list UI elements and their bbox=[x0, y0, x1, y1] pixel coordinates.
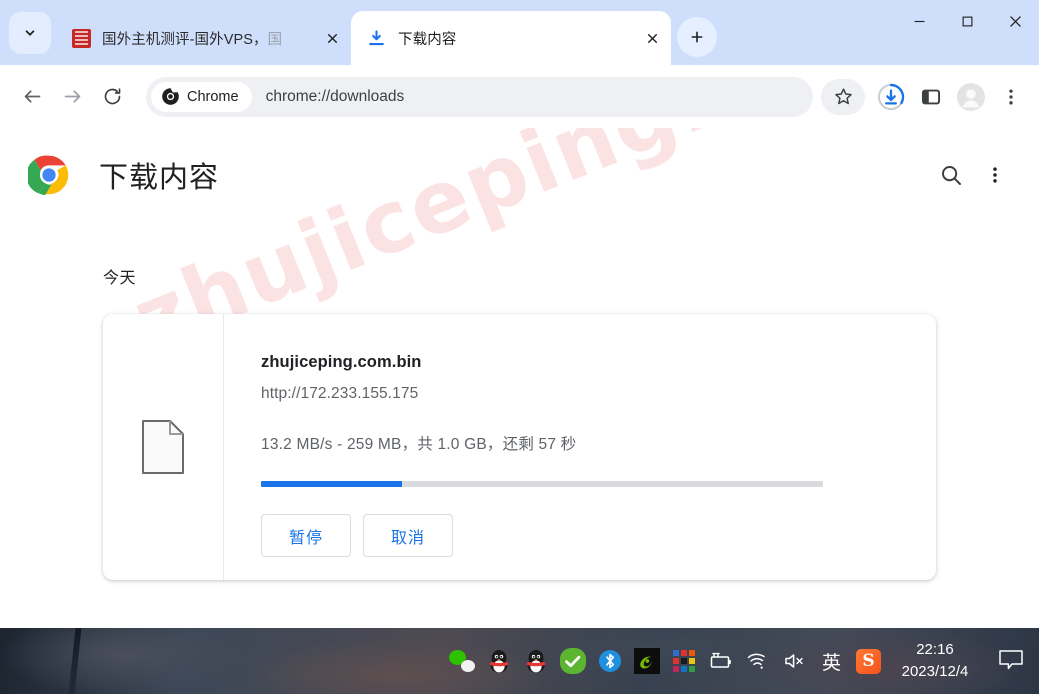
close-window-button[interactable] bbox=[991, 0, 1039, 42]
download-progress-fill bbox=[261, 481, 402, 487]
wechat-glyph-icon bbox=[448, 650, 475, 672]
tab-site[interactable]: 国外主机测评-国外VPS，国 bbox=[56, 11, 351, 65]
downloads-page-actions bbox=[929, 153, 1039, 197]
cancel-download-button[interactable]: 取消 bbox=[363, 514, 453, 557]
search-downloads-button[interactable] bbox=[929, 153, 973, 197]
system-tray: 英 S 22:16 2023/12/4 bbox=[443, 628, 1039, 694]
plus-icon bbox=[691, 31, 703, 43]
forward-button[interactable] bbox=[52, 77, 92, 117]
minimize-button[interactable] bbox=[895, 0, 943, 42]
downloads-more-button[interactable] bbox=[973, 153, 1017, 197]
omnibox-url-text: chrome://downloads bbox=[265, 87, 405, 105]
site-favicon bbox=[72, 28, 91, 48]
maximize-button[interactable] bbox=[943, 0, 991, 42]
bluetooth-icon[interactable] bbox=[591, 628, 628, 694]
three-dot-menu-icon bbox=[993, 167, 997, 183]
profile-button[interactable] bbox=[951, 77, 991, 117]
tab-strip: 国外主机测评-国外VPS，国 下载内容 bbox=[0, 0, 1039, 65]
security-check-icon[interactable] bbox=[554, 628, 591, 694]
qq-icon[interactable] bbox=[480, 628, 517, 694]
forward-arrow-icon bbox=[64, 90, 80, 103]
wechat-icon[interactable] bbox=[443, 628, 480, 694]
download-item-card[interactable]: zhujiceping.com.bin http://172.233.155.1… bbox=[103, 314, 936, 580]
clock-time: 22:16 bbox=[916, 641, 954, 659]
sogou-glyph-icon: S bbox=[856, 648, 881, 674]
browser-toolbar: Chrome chrome://downloads bbox=[0, 65, 1039, 128]
nvidia-glyph-icon bbox=[633, 648, 660, 674]
downloads-button[interactable] bbox=[871, 77, 911, 117]
maximize-icon bbox=[962, 16, 972, 26]
notification-balloon-icon bbox=[999, 650, 1023, 670]
page-title: 下载内容 bbox=[99, 162, 220, 194]
bluetooth-glyph-icon bbox=[598, 650, 621, 672]
download-status-text: 13.2 MB/s - 259 MB，共 1.0 GB，还剩 57 秒 bbox=[261, 436, 577, 453]
battery-icon[interactable] bbox=[702, 628, 739, 694]
download-progress-bar bbox=[261, 481, 823, 487]
tab-close-button[interactable] bbox=[639, 25, 665, 51]
windows-taskbar: 英 S 22:16 2023/12/4 bbox=[0, 628, 1039, 694]
color-grid-glyph-icon bbox=[672, 650, 695, 672]
volume-muted-glyph-icon bbox=[784, 654, 803, 668]
browser-menu-button[interactable] bbox=[991, 77, 1031, 117]
reload-button[interactable] bbox=[92, 77, 132, 117]
tab-title: 下载内容 bbox=[398, 31, 457, 48]
close-icon bbox=[1009, 15, 1021, 27]
close-icon bbox=[327, 33, 337, 43]
download-filename[interactable]: zhujiceping.com.bin bbox=[261, 353, 936, 372]
color-grid-icon[interactable] bbox=[665, 628, 702, 694]
tab-search-button[interactable] bbox=[9, 12, 51, 54]
battery-glyph-icon bbox=[710, 652, 731, 668]
downloads-page: zhujiceping.com 下载内容 今天 zhujiceping.com.… bbox=[0, 128, 1039, 628]
search-icon bbox=[942, 166, 961, 185]
download-file-icon-column bbox=[103, 314, 224, 580]
reload-icon bbox=[104, 88, 120, 105]
nvidia-icon[interactable] bbox=[628, 628, 665, 694]
ime-label: 英 bbox=[821, 652, 841, 674]
new-tab-button[interactable] bbox=[677, 17, 717, 57]
download-icon bbox=[369, 29, 384, 45]
downloads-page-header: 下载内容 bbox=[0, 128, 1039, 222]
tab-downloads[interactable]: 下载内容 bbox=[351, 11, 671, 65]
window-controls bbox=[895, 0, 1039, 65]
generic-file-icon bbox=[142, 420, 184, 474]
taskbar-clock[interactable]: 22:16 2023/12/4 bbox=[887, 628, 983, 694]
bookmark-button[interactable] bbox=[821, 78, 865, 115]
ime-indicator[interactable]: 英 bbox=[813, 628, 850, 694]
avatar-icon bbox=[957, 82, 985, 111]
minimize-icon bbox=[914, 20, 924, 22]
back-arrow-icon bbox=[24, 90, 40, 103]
back-button[interactable] bbox=[12, 77, 52, 117]
chrome-logo-icon bbox=[28, 155, 69, 196]
clock-date: 2023/12/4 bbox=[901, 663, 969, 680]
three-dot-menu-icon bbox=[1009, 89, 1013, 104]
star-icon bbox=[834, 88, 852, 105]
download-source-url: http://172.233.155.175 bbox=[261, 385, 419, 402]
chevron-down-icon bbox=[25, 30, 35, 36]
pause-download-button[interactable]: 暂停 bbox=[261, 514, 351, 557]
address-bar[interactable]: Chrome chrome://downloads bbox=[146, 76, 813, 117]
wifi-glyph-icon bbox=[747, 653, 765, 669]
qq-penguin-icon bbox=[525, 650, 546, 673]
downloads-date-header: 今天 bbox=[103, 270, 137, 287]
omnibox-chip-label: Chrome bbox=[187, 88, 239, 105]
volume-muted-icon[interactable] bbox=[776, 628, 813, 694]
qq-penguin-icon bbox=[488, 650, 509, 673]
green-check-icon bbox=[559, 648, 586, 674]
qq-icon-2[interactable] bbox=[517, 628, 554, 694]
notification-center-button[interactable] bbox=[983, 628, 1039, 694]
close-icon bbox=[647, 33, 657, 43]
side-panel-button[interactable] bbox=[911, 77, 951, 117]
wifi-icon[interactable] bbox=[739, 628, 776, 694]
chrome-glyph-icon bbox=[162, 88, 179, 105]
browser-window: 国外主机测评-国外VPS，国 下载内容 Chrome chrome://down… bbox=[0, 0, 1039, 694]
download-action-buttons: 暂停 取消 bbox=[261, 514, 936, 557]
omnibox-chrome-chip[interactable]: Chrome bbox=[151, 81, 252, 112]
tab-close-button[interactable] bbox=[319, 25, 345, 51]
toolbar-right-actions bbox=[871, 77, 1039, 117]
side-panel-icon bbox=[921, 89, 941, 104]
tab-title: 国外主机测评-国外VPS，国 bbox=[102, 31, 283, 48]
sogou-input-icon[interactable]: S bbox=[850, 628, 887, 694]
download-details: zhujiceping.com.bin http://172.233.155.1… bbox=[224, 314, 936, 580]
download-progress-icon bbox=[878, 83, 905, 110]
